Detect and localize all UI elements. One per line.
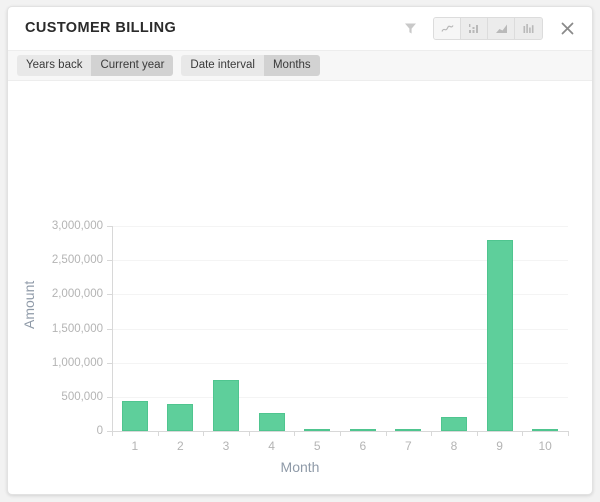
bar-month-8[interactable] — [441, 417, 467, 431]
x-axis-tick-label: 6 — [359, 439, 367, 453]
bar-chart-type-button[interactable] — [461, 18, 488, 39]
panel-header-tools — [399, 17, 578, 40]
interval-mode-group[interactable]: Date interval Months — [181, 54, 320, 77]
y-axis-title: Amount — [21, 280, 37, 329]
bar-month-3[interactable] — [213, 379, 239, 431]
months-button[interactable]: Months — [263, 54, 320, 77]
filter-bar: Years back Current year Date interval Mo… — [8, 50, 592, 81]
chart-area: Amount 0 500,000 1,000,000 1,500,000 2,000,0… — [8, 81, 592, 494]
y-axis-tick-label: 1,000,000 — [51, 356, 103, 369]
customer-billing-panel: CUSTOMER BILLING Years back Current year… — [7, 6, 593, 495]
date-interval-button[interactable]: Date interval — [181, 54, 264, 77]
close-icon[interactable] — [556, 18, 578, 40]
chart-legend[interactable]: 2022 — [8, 492, 592, 494]
x-axis-tick-label: 10 — [538, 439, 552, 453]
period-mode-group[interactable]: Years back Current year — [17, 54, 174, 77]
page-title: CUSTOMER BILLING — [25, 20, 177, 36]
x-axis-tick-label: 2 — [177, 439, 184, 453]
plot-area: 0 500,000 1,000,000 1,500,000 2,000,000 2,500… — [52, 220, 569, 453]
legend-label-2022: 2022 — [300, 492, 328, 494]
x-axis-tick — [568, 431, 569, 436]
chart-type-group[interactable] — [433, 17, 543, 40]
x-axis-tick-label: 7 — [405, 439, 412, 453]
x-axis-tick-label: 9 — [496, 439, 503, 453]
y-axis-tick-label: 500,000 — [61, 390, 103, 403]
current-year-button[interactable]: Current year — [91, 54, 174, 77]
x-axis-title: Month — [280, 459, 320, 475]
years-back-button[interactable]: Years back — [17, 54, 92, 77]
gridline — [112, 226, 568, 227]
bar-month-4[interactable] — [258, 413, 285, 431]
line-chart-type-button[interactable] — [434, 18, 461, 39]
y-axis-line — [112, 226, 113, 432]
x-axis-tick-label: 3 — [222, 439, 230, 453]
x-axis-tick-label: 1 — [131, 439, 139, 453]
y-axis-tick-label: 2,500,000 — [51, 254, 103, 267]
x-axis-tick-label: 4 — [268, 439, 275, 453]
bar-month-9[interactable] — [486, 239, 513, 431]
y-axis-tick-label: 3,000,000 — [51, 220, 103, 232]
x-axis-tick-label: 5 — [313, 439, 321, 453]
y-axis-tick-label: 2,000,000 — [51, 288, 103, 301]
column-chart-type-button[interactable] — [515, 18, 542, 39]
y-axis-tick-label: 1,500,000 — [51, 322, 103, 335]
panel-header: CUSTOMER BILLING — [8, 7, 592, 50]
x-axis-tick-label: 8 — [450, 439, 458, 453]
bar-month-2[interactable] — [167, 404, 194, 431]
x-axis-line — [112, 431, 568, 432]
bar-month-1[interactable] — [121, 400, 148, 431]
y-axis-tick-label: 0 — [96, 425, 103, 437]
filter-icon[interactable] — [399, 18, 421, 40]
area-chart-type-button[interactable] — [488, 18, 515, 39]
